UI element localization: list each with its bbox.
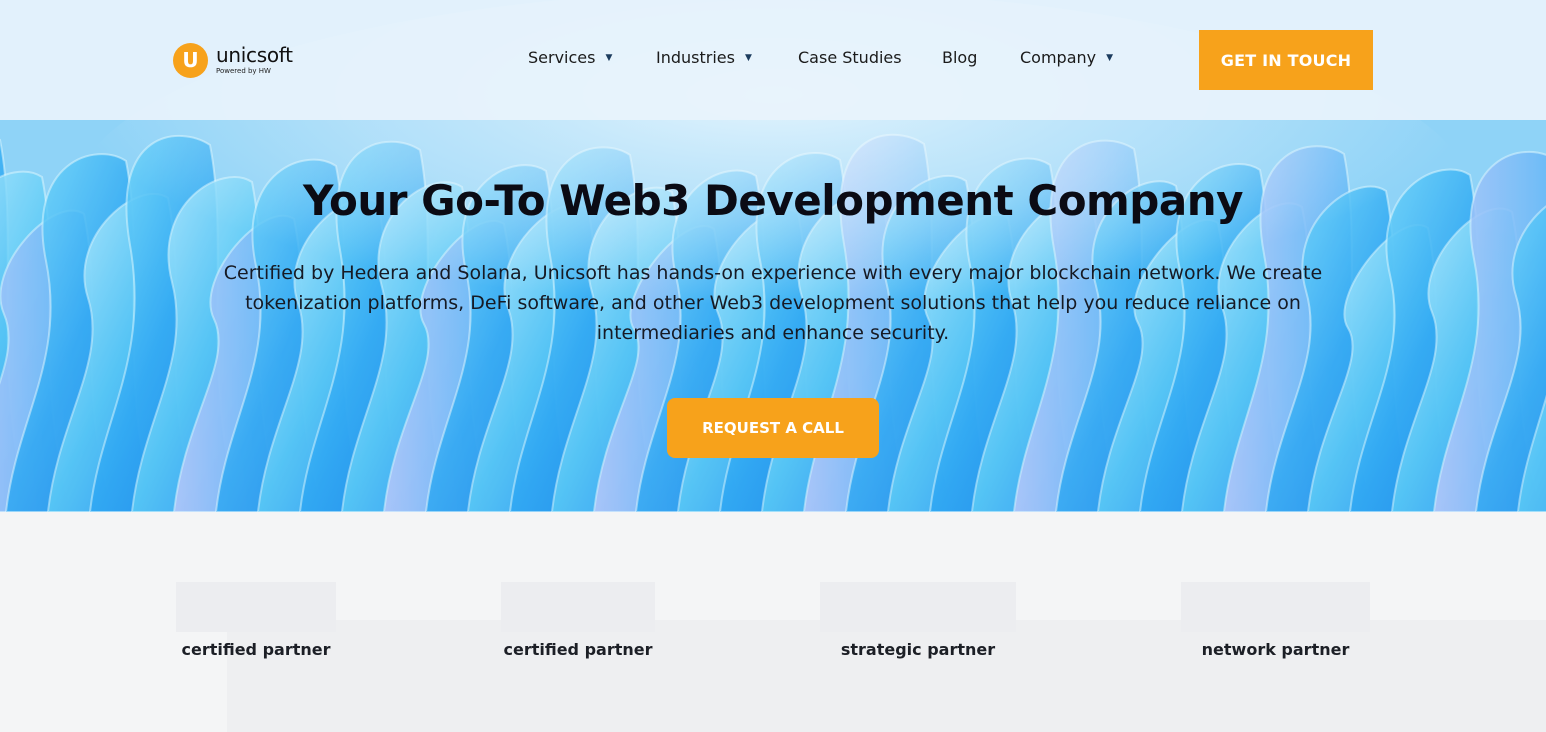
hero-description-line: tokenization platforms, DeFi software, a… <box>245 292 1301 314</box>
partner-logo-placeholder <box>176 582 336 632</box>
partners-panel <box>227 620 1546 732</box>
logo-wordmark: unicsoft Powered by HW <box>216 45 293 75</box>
nav-label: Blog <box>942 48 978 67</box>
nav-item-blog[interactable]: Blog <box>942 48 977 67</box>
hero-description-line: intermediaries and enhance security. <box>596 322 950 344</box>
partner-label: strategic partner <box>840 640 996 659</box>
nav-item-industries[interactable]: Industries ▼ <box>656 48 752 67</box>
partner-label: certified partner <box>503 640 653 659</box>
partner-logo-placeholder <box>820 582 1016 632</box>
hero-title: Your Go-To Web3 Development Company <box>302 176 1244 225</box>
site-header: U unicsoft Powered by HW Services ▼ Indu… <box>0 0 1546 120</box>
logo-tagline: Powered by HW <box>216 67 271 75</box>
hero-description-line: Certified by Hedera and Solana, Unicsoft… <box>223 262 1323 284</box>
get-in-touch-button[interactable]: GET IN TOUCH <box>1199 30 1373 90</box>
unicsoft-logo[interactable]: U unicsoft Powered by HW <box>173 42 293 78</box>
nav-label: Industries <box>656 48 735 67</box>
caret-down-icon: ▼ <box>1106 52 1114 63</box>
caret-down-icon: ▼ <box>744 52 752 63</box>
nav-label: Services <box>528 48 596 67</box>
caret-down-icon: ▼ <box>605 52 613 63</box>
logo-name: unicsoft <box>216 43 293 67</box>
partner-logo-placeholder <box>1181 582 1370 632</box>
nav-label: Case Studies <box>798 48 902 67</box>
nav-item-case-studies[interactable]: Case Studies <box>798 48 902 67</box>
logo-mark-icon: U <box>173 42 208 78</box>
hero-description: Certified by Hedera and Solana, Unicsoft… <box>193 258 1353 348</box>
partners-section: certified partner certified partner stra… <box>0 512 1546 732</box>
nav-item-company[interactable]: Company ▼ <box>1020 48 1113 67</box>
partner-label: network partner <box>1201 640 1350 659</box>
request-a-call-button[interactable]: REQUEST A CALL <box>667 398 879 458</box>
partner-label: certified partner <box>181 640 331 659</box>
page: U unicsoft Powered by HW Services ▼ Indu… <box>0 0 1546 732</box>
nav-label: Company <box>1020 48 1097 67</box>
nav-item-services[interactable]: Services ▼ <box>528 48 612 67</box>
partner-logo-placeholder <box>501 582 655 632</box>
